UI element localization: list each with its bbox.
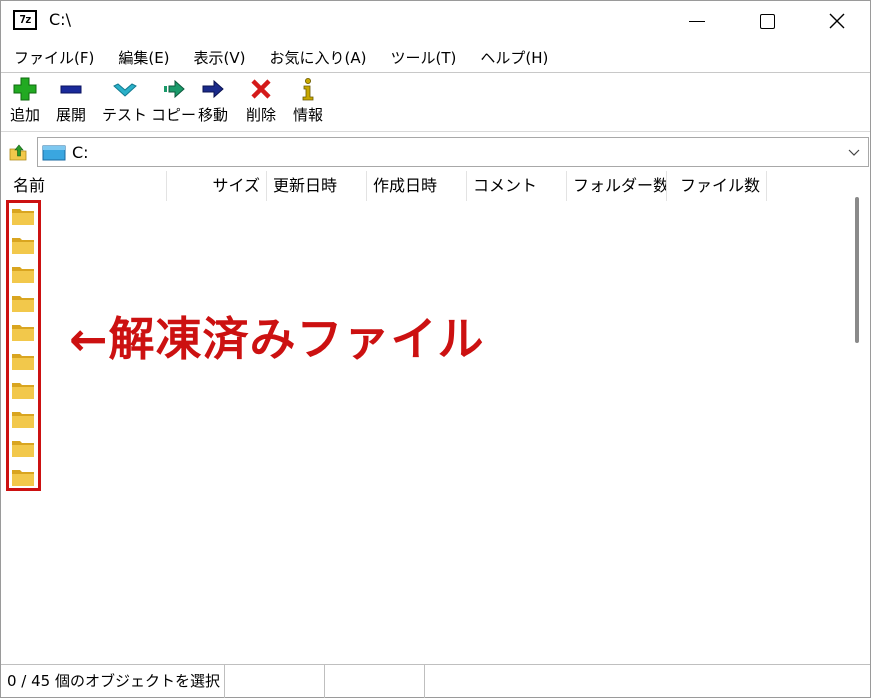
check-icon — [112, 83, 137, 97]
info-button[interactable]: 情報 — [293, 76, 323, 125]
status-selection: 0 / 45 個のオブジェクトを選択 — [1, 665, 225, 698]
add-label: 追加 — [10, 106, 41, 124]
maximize-button[interactable] — [732, 1, 802, 41]
copy-label: コピー — [151, 106, 197, 124]
move-label: 移動 — [198, 106, 229, 124]
minimize-icon — [689, 20, 705, 22]
address-row: C: — [1, 135, 870, 169]
plus-icon — [13, 77, 37, 101]
status-cell-3 — [325, 665, 425, 698]
column-header-modified[interactable]: 更新日時 — [267, 171, 367, 201]
extract-label: 展開 — [56, 106, 87, 124]
move-arrow-icon — [202, 79, 224, 99]
annotation-highlight-box — [6, 200, 41, 491]
delete-button[interactable]: 削除 — [246, 76, 276, 125]
menu-file[interactable]: ファイル(F) — [1, 47, 105, 68]
vertical-scrollbar[interactable] — [846, 171, 870, 663]
list-rows — [1, 201, 846, 661]
close-icon — [829, 13, 845, 29]
maximize-icon — [759, 13, 775, 29]
7zip-app-icon: 7z — [13, 10, 37, 30]
app-window: 7z C:\ ファイル(F) 編集(E) 表示(V) お気に入り(A) ツール(… — [0, 0, 871, 698]
status-cell-2 — [225, 665, 325, 698]
annotation-label: ←解凍済みファイル — [69, 312, 485, 366]
menu-bar: ファイル(F) 編集(E) 表示(V) お気に入り(A) ツール(T) ヘルプ(… — [1, 43, 870, 73]
address-input[interactable]: C: — [37, 137, 869, 167]
list-header: 名前 サイズ 更新日時 作成日時 コメント フォルダー数 ファイル数 — [1, 171, 846, 201]
minimize-button[interactable] — [662, 1, 732, 41]
delete-label: 削除 — [246, 106, 277, 124]
title-bar[interactable]: 7z C:\ — [1, 1, 870, 41]
toolbar: 追加 展開 テスト コピー 移動 削除 情報 — [1, 74, 870, 132]
column-header-size[interactable]: サイズ — [167, 171, 267, 201]
copy-button[interactable]: コピー — [151, 76, 196, 125]
extract-button[interactable]: 展開 — [56, 76, 86, 125]
test-button[interactable]: テスト — [102, 76, 147, 125]
delete-x-icon — [251, 79, 271, 99]
minus-icon — [60, 85, 82, 94]
copy-arrow-icon — [163, 79, 185, 99]
status-bar: 0 / 45 個のオブジェクトを選択 — [1, 664, 870, 698]
menu-help[interactable]: ヘルプ(H) — [467, 47, 559, 68]
move-button[interactable]: 移動 — [198, 76, 228, 125]
column-header-files[interactable]: ファイル数 — [667, 171, 767, 201]
column-header-folders[interactable]: フォルダー数 — [567, 171, 667, 201]
column-header-comment[interactable]: コメント — [467, 171, 567, 201]
scrollbar-thumb[interactable] — [855, 197, 859, 343]
menu-favorites[interactable]: お気に入り(A) — [257, 47, 378, 68]
info-label: 情報 — [293, 106, 324, 124]
info-icon — [302, 78, 314, 101]
close-button[interactable] — [802, 1, 871, 41]
file-list[interactable]: 名前 サイズ 更新日時 作成日時 コメント フォルダー数 ファイル数 — [1, 171, 870, 663]
add-button[interactable]: 追加 — [10, 76, 40, 125]
menu-tools[interactable]: ツール(T) — [377, 47, 467, 68]
chevron-down-icon[interactable] — [848, 146, 860, 158]
address-path: C: — [72, 143, 89, 162]
up-folder-icon[interactable] — [7, 141, 29, 163]
drive-icon — [42, 145, 66, 161]
menu-view[interactable]: 表示(V) — [181, 47, 257, 68]
menu-edit[interactable]: 編集(E) — [105, 47, 180, 68]
test-label: テスト — [102, 106, 148, 124]
window-title: C:\ — [49, 10, 71, 29]
column-header-name[interactable]: 名前 — [1, 171, 167, 201]
column-header-created[interactable]: 作成日時 — [367, 171, 467, 201]
